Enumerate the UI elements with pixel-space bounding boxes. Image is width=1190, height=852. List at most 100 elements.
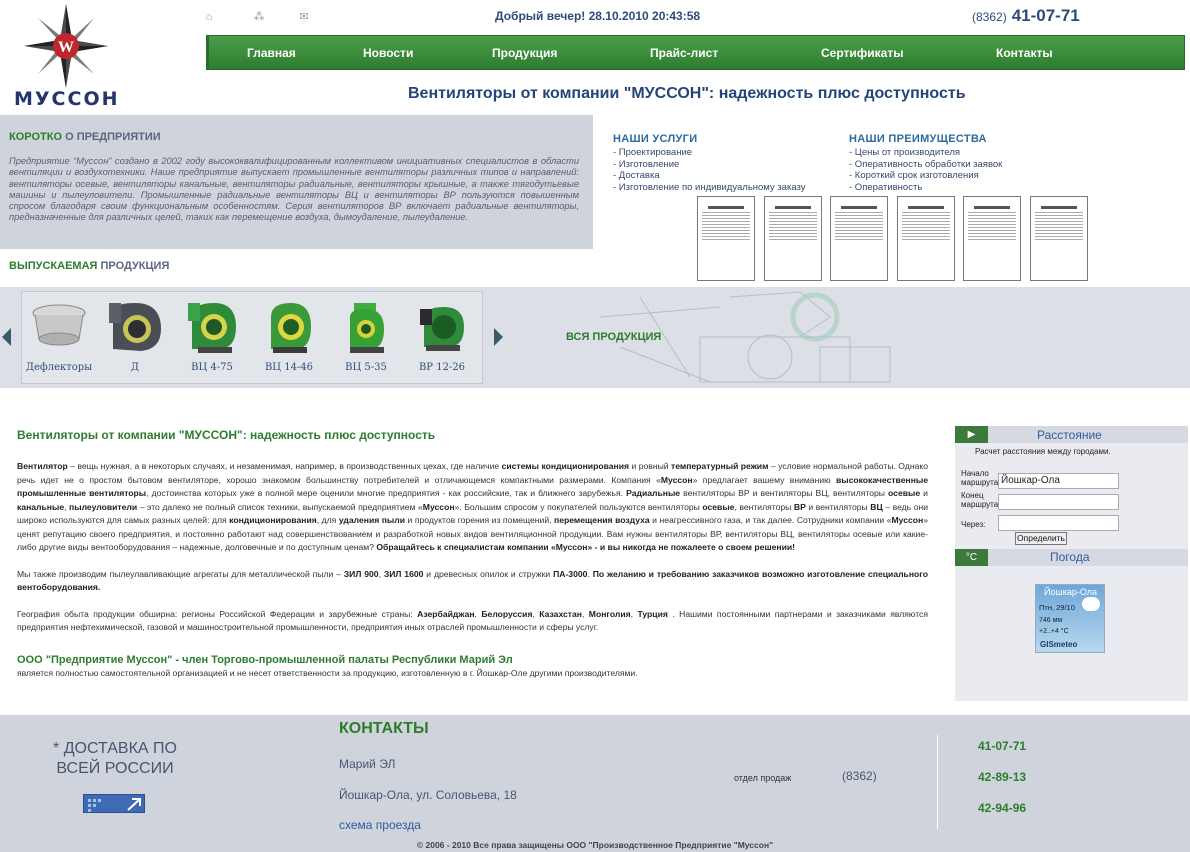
contacts-title: КОНТАКТЫ [339,720,429,737]
sitemap-icon[interactable]: ⁂ [252,10,266,24]
products-heading-green: ВЫПУСКАЕМАЯ [9,260,98,272]
route-map-link[interactable]: схема проезда [339,818,421,832]
footer-phone: 41-07-71 [978,739,1027,753]
weather-tag-icon: °С [955,549,988,566]
advantage-item: - Оперативность [849,181,923,193]
fan-vc-5-35-image [350,303,384,353]
product-label: ВР 12-26 [418,362,466,373]
certificate-thumbnail[interactable] [1030,196,1088,281]
compass-star-icon: W [24,4,108,88]
product-vc-4-75[interactable]: ВЦ 4-75 [177,299,247,379]
distance-tag-icon: ▶ [955,426,988,443]
product-label: ВЦ 4-75 [191,362,233,373]
advantages-title: НАШИ ПРЕИМУЩЕСТВА [849,133,987,145]
advantage-item: - Оперативность обработки заявок [849,158,1003,170]
certificate-thumbnail[interactable] [764,196,822,281]
route-start-label: Начало маршрута: [961,469,1001,487]
certificate-thumbnail[interactable] [830,196,888,281]
product-label: ВЦ 14-46 [264,362,314,373]
all-products-link[interactable]: ВСЯ ПРОДУКЦИЯ [566,331,661,343]
membership-title: ООО "Предприятие Муссон" - член Торгово-… [17,654,513,666]
about-text: Предприятие “Муссон” создано в 2002 году… [9,156,579,223]
nav-pricelist[interactable]: Прайс-лист [650,46,718,60]
certificate-thumbnail[interactable] [963,196,1021,281]
home-icon[interactable]: ⌂ [202,10,216,24]
service-item[interactable]: - Изготовление [613,159,806,171]
footer-divider [937,735,938,829]
copyright: © 2006 - 2010 Все права защищены ООО "Пр… [416,840,774,850]
logo-text: МУССОН [14,88,120,110]
certificate-thumbnail[interactable] [897,196,955,281]
product-d[interactable]: Д [100,299,170,379]
about-heading-green: КОРОТКО [9,131,63,143]
sales-department-label: отдел продаж [734,773,792,783]
gismeteo-logo: GISmeteo [1040,640,1078,649]
about-heading-gray: О ПРЕДПРИЯТИИ [65,131,161,143]
logo[interactable]: W МУССОН [0,0,140,112]
route-end-label: Конец маршрута: [961,491,1001,509]
weather-informer[interactable]: Йошкар-Ола Птн, 29/10 746 мм +2..+4 °C G… [1035,584,1105,653]
sales-phone-code: (8362) [842,769,877,783]
nav-products[interactable]: Продукция [492,46,557,60]
footer-phone: 42-94-96 [978,801,1027,815]
greeting-datetime: Добрый вечер! 28.10.2010 20:43:58 [495,9,701,23]
product-vc-14-46[interactable]: ВЦ 14-46 [254,299,324,379]
service-item[interactable]: - Изготовление по индивидуальному заказу [613,182,806,194]
footer-phone: 42-89-13 [978,770,1027,784]
services-title: НАШИ УСЛУГИ [613,133,698,145]
phone-code: (8362) [972,10,1007,24]
route-end-input[interactable] [998,494,1119,510]
weather-title: Погода [1050,550,1090,564]
main-article: Вентилятор – вещь нужная, а в некоторых … [17,461,929,632]
nav-contacts[interactable]: Контакты [996,46,1053,60]
nav-home[interactable]: Главная [247,46,296,60]
product-label: Дефлекторы [25,362,93,373]
product-label: Д [130,362,140,373]
fan-d-image [109,303,161,351]
route-via-input[interactable] [998,515,1119,531]
weather-date: Птн, 29/10 [1039,603,1075,612]
header-phone: (8362) 41-07-71 [972,6,1080,26]
weather-pressure: 746 мм [1039,617,1063,624]
distance-title: Расстояние [1037,428,1102,442]
route-via-label: Через: [961,520,986,529]
weather-temperature: +2..+4 °C [1039,628,1069,635]
weather-city: Йошкар-Ола [1044,587,1097,597]
product-deflectors[interactable]: Дефлекторы [24,299,94,379]
nav-certificates[interactable]: Сертификаты [821,46,903,60]
service-item[interactable]: - Проектирование [613,147,806,159]
carousel-next-icon[interactable] [494,328,503,346]
advantages-list: - Цены от производителя - Оперативность … [849,147,1002,193]
delivery-map-button[interactable] [83,794,145,813]
products-heading-gray: ПРОДУКЦИЯ [100,260,170,272]
carousel-prev-icon[interactable] [2,328,11,346]
delivery-note: * ДОСТАВКА ПО ВСЕЙ РОССИИ [53,740,177,777]
product-label: ВЦ 5-35 [345,362,387,373]
mail-icon[interactable]: ✉ [297,10,311,24]
service-item[interactable]: - Доставка [613,170,806,182]
product-vr-12-26[interactable]: ВР 12-26 [407,299,477,379]
route-start-input[interactable]: Йошкар-Ола [998,473,1119,489]
calculate-button[interactable]: Определить [1015,532,1067,545]
arrow-out-icon [88,798,141,812]
svg-text:W: W [58,39,74,56]
fan-vr-12-26-image [420,307,464,351]
about-heading: КОРОТКО О ПРЕДПРИЯТИИ [9,131,161,143]
advantage-item: - Короткий срок изготовления [849,170,979,181]
contact-region: Марий ЭЛ [339,757,396,771]
fan-vc-4-75-image [188,303,236,353]
services-list: - Проектирование - Изготовление - Достав… [613,147,806,193]
certificate-thumbnail[interactable] [697,196,755,281]
main-title: Вентиляторы от компании "МУССОН": надежн… [17,428,436,442]
page-title: Вентиляторы от компании "МУССОН": надежн… [408,85,966,102]
products-heading: ВЫПУСКАЕМАЯ ПРОДУКЦИЯ [9,260,169,272]
advantage-item: - Цены от производителя [849,147,961,158]
fan-vc-14-46-image [271,303,311,353]
product-vc-5-35[interactable]: ВЦ 5-35 [331,299,401,379]
distance-subtitle: Расчет расстояния между городами. [975,447,1111,456]
deflector-image [32,304,86,346]
cloud-icon [1082,597,1100,611]
phone-number: 41-07-71 [1011,6,1080,25]
nav-news[interactable]: Новости [363,46,413,60]
membership-text: является полностью самостоятельной орган… [17,668,638,678]
